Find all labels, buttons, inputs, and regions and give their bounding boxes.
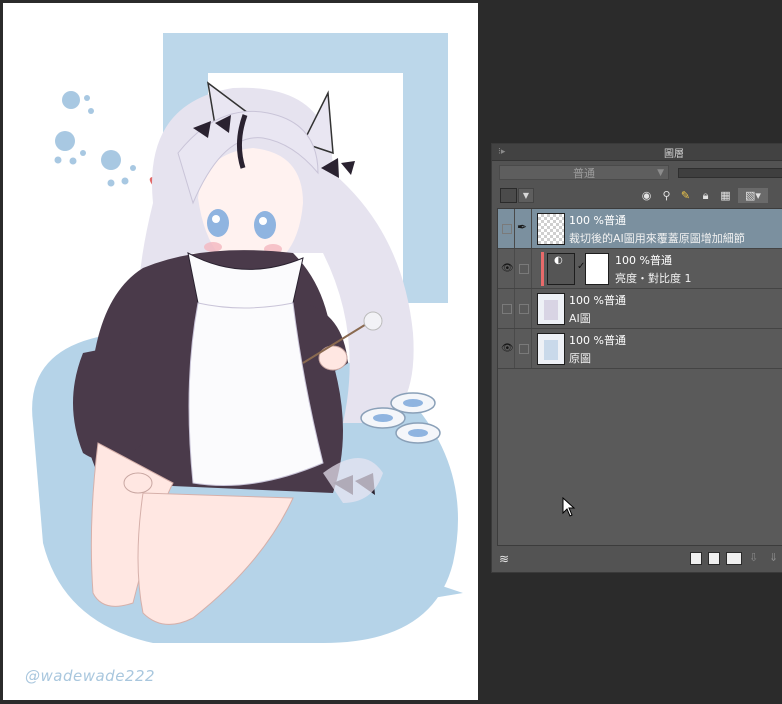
edit-target-toggle[interactable] — [515, 329, 532, 368]
canvas-area[interactable]: @wadewade222 — [0, 0, 490, 704]
opacity-slider[interactable] — [678, 168, 782, 178]
layer-row[interactable]: 👁︎ 100 %普通 原圖 — [498, 329, 782, 369]
clip-options-icon[interactable]: ▧▾ — [738, 188, 768, 203]
artist-watermark: @wadewade222 — [25, 667, 156, 685]
layer-list[interactable]: ✒ 100 %普通 裁切後的AI圖用來覆蓋原圖增加細節 👁︎ ◐ ✓ 100 %… — [497, 208, 782, 546]
layer-stack-icon[interactable]: ≋ — [499, 552, 509, 566]
layer-row[interactable]: 👁︎ ◐ ✓ 100 %普通 亮度・對比度 1 — [498, 249, 782, 289]
blend-mode-value: 普通 — [573, 167, 595, 180]
blend-mode-select[interactable]: 普通 ▼ — [499, 165, 669, 180]
thumbnail-figure — [544, 300, 558, 320]
layer-opacity-mode: 100 %普通 — [569, 334, 626, 347]
layer-opacity-mode: 100 %普通 — [569, 214, 626, 227]
new-raster-layer-icon[interactable] — [690, 552, 702, 565]
layer-row[interactable]: 100 %普通 AI圖 — [498, 289, 782, 329]
checkbox-icon — [502, 224, 512, 234]
transfer-down-icon[interactable]: ⇩ — [749, 551, 758, 564]
panel-titlebar[interactable]: ⁝▸ 圖層 — [492, 144, 782, 161]
layer-name: 裁切後的AI圖用來覆蓋原圖增加細節 — [569, 232, 745, 245]
artwork-illustration — [32, 33, 463, 643]
panel-bottom-bar: ≋ ⇩ ⇓ — [492, 548, 782, 572]
merge-down-icon[interactable]: ⇓ — [769, 551, 778, 564]
lock-icon[interactable]: 🔒︎ — [698, 188, 713, 203]
visibility-toggle[interactable]: 👁︎ — [498, 249, 515, 288]
chevron-down-icon: ▼ — [657, 168, 664, 178]
layer-name: AI圖 — [569, 312, 591, 325]
edit-target-toggle[interactable]: ✒ — [515, 209, 532, 248]
clipping-indicator — [541, 252, 544, 286]
panel-title: 圖層 — [664, 149, 684, 160]
layer-opacity-mode: 100 %普通 — [569, 294, 626, 307]
canvas-page[interactable]: @wadewade222 — [3, 3, 478, 700]
layer-thumbnail — [537, 213, 565, 245]
panel-grip-icon[interactable]: ⁝▸ — [498, 147, 505, 157]
thumbnail-figure — [544, 340, 558, 360]
visibility-toggle[interactable] — [498, 209, 515, 248]
layer-name: 亮度・對比度 1 — [615, 272, 692, 285]
visibility-toggle[interactable] — [498, 289, 515, 328]
checkbox-icon — [519, 344, 529, 354]
chevron-down-icon[interactable]: ▼ — [518, 188, 534, 203]
layer-name: 原圖 — [569, 352, 591, 365]
eye-icon: 👁︎ — [501, 263, 514, 274]
mask-icon[interactable]: ◉ — [639, 188, 654, 203]
checkbox-icon — [519, 264, 529, 274]
edit-target-toggle[interactable] — [515, 289, 532, 328]
draft-icon[interactable]: ✎ — [678, 188, 693, 203]
layer-thumbnail — [537, 333, 565, 365]
mouse-cursor-icon — [562, 497, 576, 517]
layer-color-swatch[interactable] — [500, 188, 517, 203]
edit-target-toggle[interactable] — [515, 249, 532, 288]
layer-panel[interactable]: ⁝▸ 圖層 普通 ▼ ▼ ◉ ⚲ ✎ 🔒︎ ▦ ▧▾ ✒ 100 %普通 裁切後… — [491, 143, 782, 573]
blend-mode-row: 普通 ▼ — [492, 161, 782, 185]
layer-mask-thumbnail — [585, 253, 609, 285]
pen-icon: ✒ — [517, 220, 528, 234]
layer-row[interactable]: ✒ 100 %普通 裁切後的AI圖用來覆蓋原圖增加細節 — [498, 209, 782, 249]
eye-icon: 👁︎ — [501, 343, 514, 354]
checkbox-icon — [519, 304, 529, 314]
adjustment-layer-icon: ◐ — [547, 253, 575, 285]
lock-transparency-icon[interactable]: ▦ — [718, 188, 733, 203]
contrast-icon: ◐ — [554, 255, 563, 266]
layer-tool-row: ▼ ◉ ⚲ ✎ 🔒︎ ▦ ▧▾ — [492, 185, 782, 207]
new-vector-layer-icon[interactable] — [708, 552, 720, 565]
layer-thumbnail — [537, 293, 565, 325]
layer-opacity-mode: 100 %普通 — [615, 254, 672, 267]
reference-icon[interactable]: ⚲ — [659, 188, 674, 203]
visibility-toggle[interactable]: 👁︎ — [498, 329, 515, 368]
checkbox-icon — [502, 304, 512, 314]
new-folder-icon[interactable] — [726, 552, 742, 565]
